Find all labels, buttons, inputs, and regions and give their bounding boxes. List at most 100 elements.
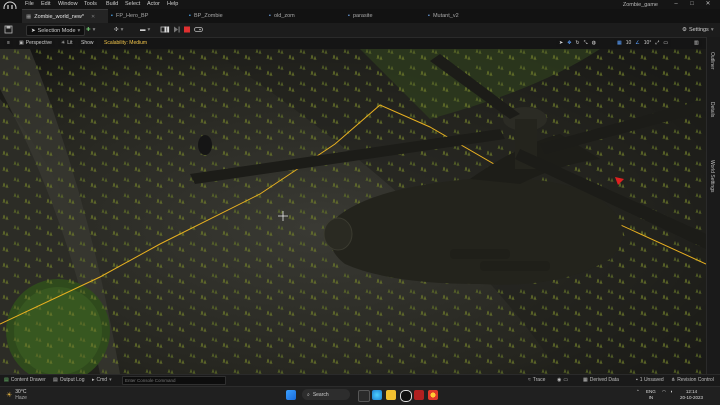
unsaved-label: 1 Unsaved: [639, 377, 664, 383]
pause-button[interactable]: [163, 25, 171, 34]
tab-zombie-world[interactable]: ▦ Zombie_world_new* ✕: [22, 9, 108, 24]
file-explorer-icon[interactable]: [386, 390, 396, 400]
app-taskbar-icon[interactable]: [414, 390, 424, 400]
layout-icon: ▥: [694, 40, 699, 46]
output-log-label: Output Log: [59, 377, 85, 383]
edge-browser-icon[interactable]: [372, 390, 382, 400]
minimize-icon[interactable]: –: [671, 1, 681, 8]
clock-date: 20-10-2023: [680, 395, 704, 400]
stop-button[interactable]: [183, 25, 191, 34]
world-settings-tab[interactable]: World Settings: [709, 160, 715, 192]
close-icon[interactable]: ✕: [703, 1, 713, 8]
viewport-menu-button[interactable]: ≡: [4, 39, 13, 47]
menu-window[interactable]: Window: [58, 1, 78, 7]
output-log-button[interactable]: ▤ Output Log: [53, 376, 84, 384]
tab-fp-hero-bp[interactable]: ▪ FP_Hero_BP: [108, 9, 187, 23]
scalability-label: Scalability: Medium: [104, 40, 148, 46]
move-icon[interactable]: ✥: [567, 40, 571, 46]
tab-label: parasite: [352, 13, 373, 19]
tab-label: Zombie_world_new*: [34, 14, 85, 20]
trace-button[interactable]: ≈ Trace: [528, 376, 545, 384]
rotate-icon[interactable]: ↻: [575, 40, 579, 46]
clock[interactable]: 12:14 20-10-2023: [680, 389, 703, 401]
menu-actor[interactable]: Actor: [147, 1, 160, 7]
cmd-label: Cmd: [96, 377, 108, 383]
level-icon: ▦: [26, 14, 32, 20]
mesh-icon: ▪: [348, 13, 350, 19]
tab-label: Mutant_v2: [432, 13, 459, 19]
perspective-button[interactable]: ▣ Perspective: [16, 39, 55, 47]
tab-old-zom[interactable]: ▪ old_zom: [266, 9, 345, 23]
tab-parasite[interactable]: ▪ parasite: [345, 9, 424, 23]
sun-icon: ✳: [61, 40, 66, 46]
settings-button[interactable]: ⚙ Settings ▾: [682, 25, 714, 34]
menu-file[interactable]: File: [25, 1, 34, 7]
console-command-input[interactable]: [122, 376, 226, 385]
cmd-dropdown[interactable]: ▸ Cmd ▾: [92, 376, 112, 384]
tab-label: old_zom: [273, 13, 295, 19]
selection-mode-dropdown[interactable]: ➤ Selection Mode ▾: [26, 25, 86, 36]
wifi-icon[interactable]: ◠: [662, 389, 666, 395]
weather-widget[interactable]: ☀ 30°C Haze: [6, 389, 27, 401]
language-indicator[interactable]: ENG IN: [646, 389, 656, 401]
app-title: Zombie_game: [622, 2, 658, 8]
task-view-icon[interactable]: [358, 390, 370, 402]
unreal-engine-taskbar-icon[interactable]: [400, 390, 412, 402]
search-label: Search: [312, 391, 329, 398]
search-icon: ⌕: [307, 391, 310, 398]
maximize-icon[interactable]: □: [687, 1, 697, 8]
blueprints-button[interactable]: ✣ ▾: [114, 25, 123, 34]
grid-snap-icon[interactable]: ▦: [617, 40, 622, 46]
revision-control-button[interactable]: ⋔ Revision Control: [671, 376, 714, 384]
scale-snap-icon[interactable]: ⤢: [655, 40, 659, 46]
perspective-label: Perspective: [25, 40, 52, 46]
viewport-layout-button[interactable]: ▥: [691, 39, 702, 47]
content-drawer-button[interactable]: ▤ Content Drawer: [4, 376, 46, 384]
tab-mutant-v2[interactable]: ▪ Mutant_v2: [425, 9, 504, 23]
terminal-icon: ▸: [92, 377, 95, 383]
windows-start-icon[interactable]: [286, 390, 296, 400]
tab-bp-zombie[interactable]: ▪ BP_Zombie: [186, 9, 265, 23]
details-tab[interactable]: Details: [709, 102, 715, 117]
snap-controls: ▦ 10 ∠ 10° ⤢ ▭: [614, 39, 672, 47]
show-button[interactable]: Show: [78, 39, 97, 47]
angle-snap-icon[interactable]: ∠: [635, 40, 639, 46]
chevron-down-icon: ▾: [120, 26, 124, 33]
camera-speed-icon[interactable]: ▭: [663, 40, 668, 46]
select-icon[interactable]: ➤: [559, 40, 563, 46]
menu-edit[interactable]: Edit: [41, 1, 50, 7]
side-panel-rail: [706, 37, 720, 374]
menu-select[interactable]: Select: [125, 1, 140, 7]
outliner-tab[interactable]: Outliner: [709, 52, 715, 70]
taskbar-search[interactable]: ⌕ Search: [302, 389, 350, 400]
scalability-badge[interactable]: Scalability: Medium: [101, 39, 151, 47]
volume-icon[interactable]: ◖: [670, 389, 673, 395]
menu-tools[interactable]: Tools: [84, 1, 97, 7]
chrome-browser-icon[interactable]: [428, 390, 438, 400]
derived-data-button[interactable]: ▦ Derived Data: [583, 376, 619, 384]
save-icon[interactable]: [4, 25, 13, 34]
settings-label: Settings: [688, 26, 709, 33]
possess-controller-icon[interactable]: [194, 25, 203, 34]
add-actor-button[interactable]: ✚ ▾: [86, 25, 95, 34]
screenshot-icon[interactable]: ▭: [563, 377, 568, 383]
unsaved-button[interactable]: ▪ 1 Unsaved: [636, 376, 664, 384]
trace-label: Trace: [532, 377, 546, 383]
cinematics-button[interactable]: ▬ ▾: [140, 25, 150, 34]
scale-icon[interactable]: ⤡: [584, 40, 588, 46]
selection-mode-label: Selection Mode: [37, 27, 76, 34]
grid-size-value[interactable]: 10: [626, 40, 632, 46]
lit-button[interactable]: ✳ Lit: [58, 39, 76, 47]
tray-chevron-icon[interactable]: ⌃: [636, 389, 640, 395]
chevron-down-icon: ▾: [147, 26, 151, 33]
skip-frame-button[interactable]: [173, 25, 181, 34]
menu-help[interactable]: Help: [167, 1, 178, 7]
menu-build[interactable]: Build: [106, 1, 118, 7]
level-viewport[interactable]: [0, 49, 706, 374]
angle-value[interactable]: 10°: [644, 40, 652, 46]
record-icon[interactable]: ◉: [557, 377, 561, 383]
tab-close-icon[interactable]: ✕: [91, 14, 95, 20]
globe-icon[interactable]: ◍: [592, 40, 596, 46]
weather-desc: Haze: [15, 395, 27, 401]
tab-label: BP_Zombie: [193, 13, 223, 19]
